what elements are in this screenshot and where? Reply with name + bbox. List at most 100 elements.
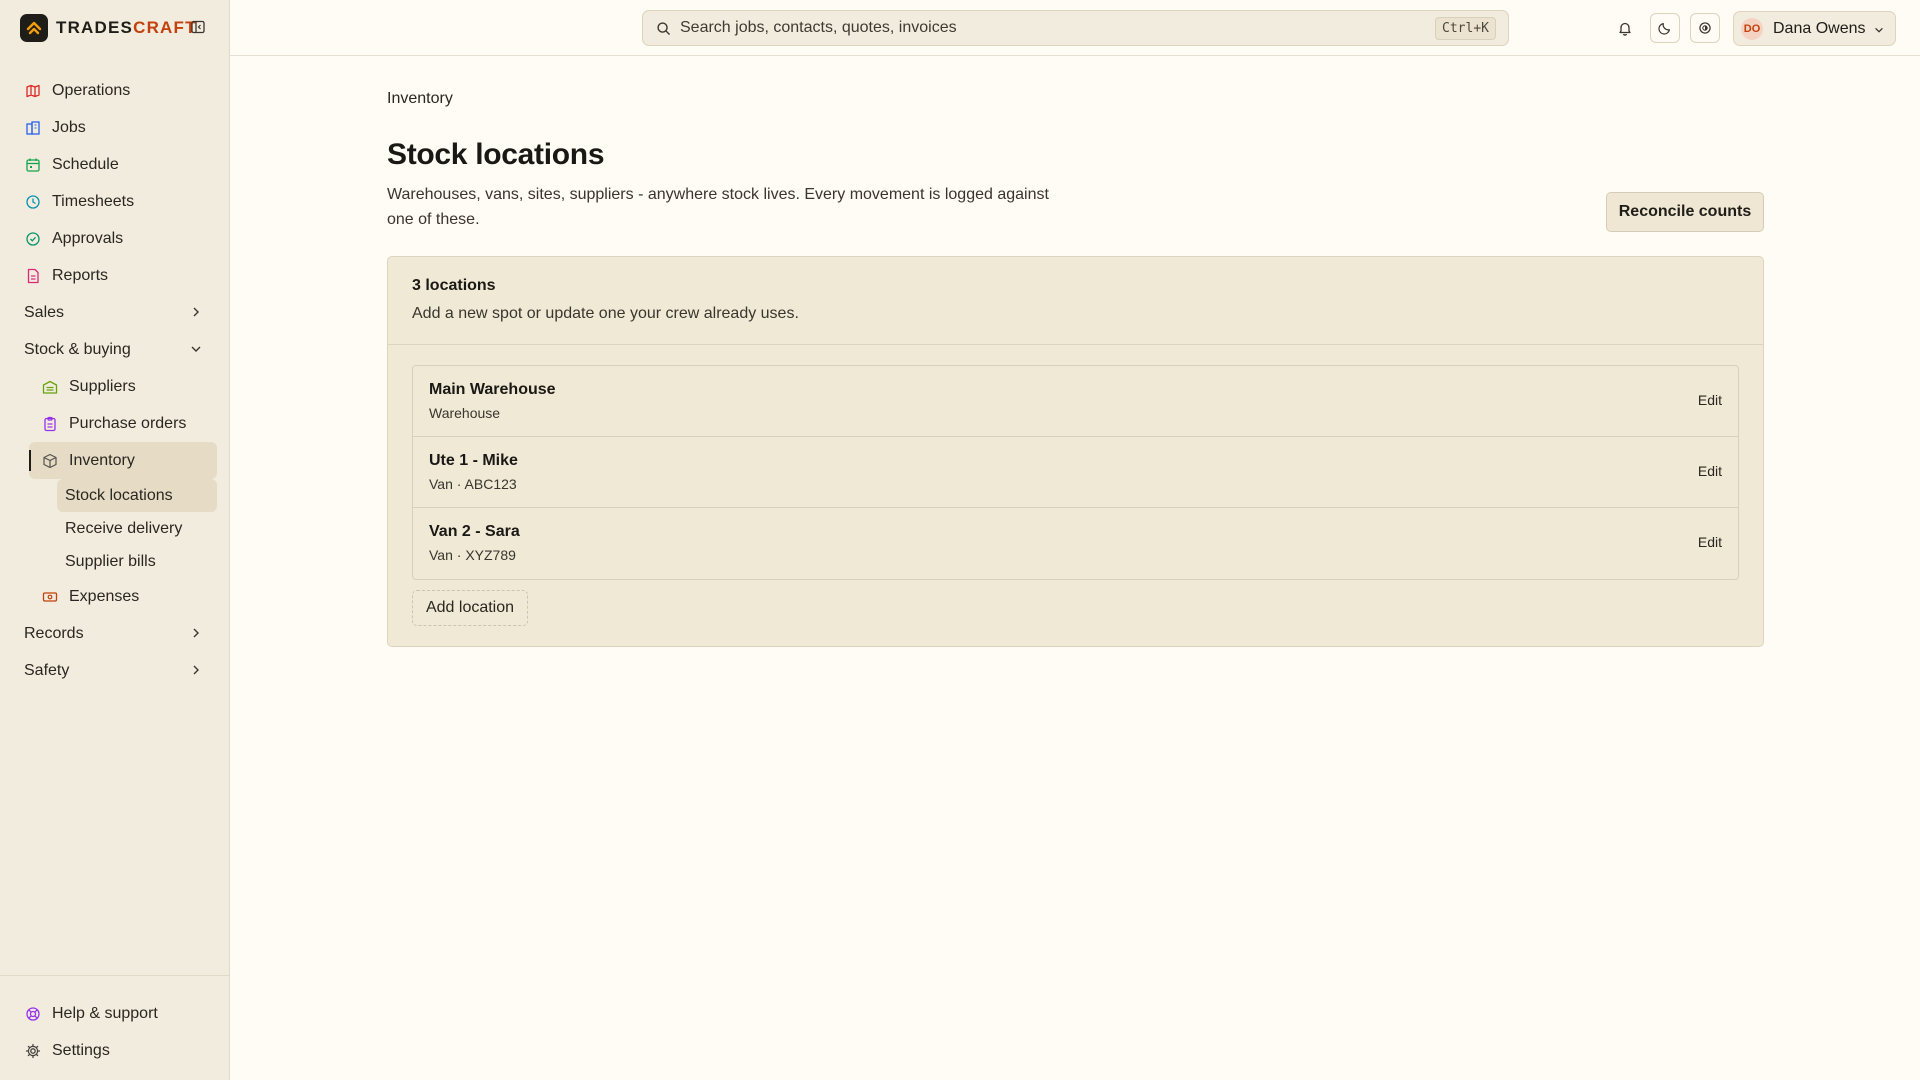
search-input[interactable]: Search jobs, contacts, quotes, invoices … [642, 10, 1509, 46]
sidebar-nav: Operations Jobs Schedule Timesheets Appr… [0, 72, 229, 689]
lifebuoy-icon [24, 1005, 42, 1023]
sidebar-group-label: Records [24, 624, 84, 642]
card-header: 3 locations Add a new spot or update one… [388, 257, 1763, 345]
stock-subnav: Suppliers Purchase orders Inventory Stoc… [0, 368, 229, 615]
avatar: DO [1741, 17, 1763, 40]
sidebar-item-reports[interactable]: Reports [0, 257, 229, 294]
edit-location-button[interactable]: Edit [1698, 534, 1722, 550]
card-subtitle: Add a new spot or update one your crew a… [412, 305, 799, 322]
user-name: Dana Owens [1773, 19, 1866, 37]
sidebar-item-suppliers[interactable]: Suppliers [0, 368, 229, 405]
chevron-right-icon [189, 305, 203, 319]
report-icon [24, 267, 42, 285]
add-location-button[interactable]: Add location [412, 590, 528, 626]
sidebar-item-label: Settings [52, 1041, 110, 1059]
locations-card: 3 locations Add a new spot or update one… [387, 256, 1764, 647]
contrast-button[interactable] [1690, 13, 1720, 43]
sidebar-item-label: Reports [52, 266, 109, 284]
location-meta: Warehouse [429, 405, 501, 421]
sidebar-item-inventory[interactable]: Inventory [29, 442, 217, 479]
location-name: Main Warehouse [429, 381, 556, 398]
sidebar-item-label: Help & support [52, 1004, 158, 1022]
sidebar-item-help[interactable]: Help & support [0, 995, 229, 1032]
chevron-right-icon [189, 663, 203, 677]
bell-icon [1617, 20, 1633, 36]
logo-icon [20, 14, 48, 42]
location-row[interactable]: Main Warehouse Warehouse Edit [413, 366, 1738, 437]
page-title: Stock locations [387, 138, 605, 171]
check-circle-icon [24, 230, 42, 248]
search-placeholder: Search jobs, contacts, quotes, invoices [680, 19, 957, 36]
location-meta: Van · XYZ789 [429, 547, 516, 563]
cash-icon [41, 588, 59, 606]
reconcile-counts-button[interactable]: Reconcile counts [1606, 192, 1764, 232]
sidebar-toggle-icon[interactable] [190, 19, 206, 35]
sidebar-item-label: Timesheets [52, 192, 135, 210]
sidebar-item-operations[interactable]: Operations [0, 72, 229, 109]
clipboard-icon [41, 415, 59, 433]
gear-icon [24, 1042, 42, 1060]
search-icon [656, 21, 671, 36]
warehouse-icon [41, 378, 59, 396]
location-row[interactable]: Ute 1 - Mike Van · ABC123 Edit [413, 437, 1738, 508]
sidebar-item-label: Stock locations [65, 486, 173, 504]
notifications-button[interactable] [1610, 13, 1640, 43]
user-menu[interactable]: DO Dana Owens [1733, 11, 1896, 46]
sidebar-group-label: Stock & buying [24, 340, 131, 358]
sidebar-item-label: Approvals [52, 229, 124, 247]
sidebar-item-label: Purchase orders [69, 414, 187, 432]
location-meta: Van · ABC123 [429, 476, 517, 492]
inventory-subnav: Stock locations Receive delivery Supplie… [0, 479, 229, 578]
sidebar-item-timesheets[interactable]: Timesheets [0, 183, 229, 220]
sidebar-group-stock[interactable]: Stock & buying [0, 331, 229, 368]
topbar: Search jobs, contacts, quotes, invoices … [230, 0, 1920, 56]
page-description: Warehouses, vans, sites, suppliers - any… [387, 186, 1049, 228]
sidebar-item-purchase-orders[interactable]: Purchase orders [0, 405, 229, 442]
sidebar-item-label: Suppliers [69, 377, 136, 395]
sidebar-item-label: Operations [52, 81, 131, 99]
sidebar-item-settings[interactable]: Settings [0, 1032, 229, 1069]
location-name: Ute 1 - Mike [429, 452, 518, 469]
chevron-right-icon [189, 626, 203, 640]
package-icon [41, 452, 59, 470]
card-title: 3 locations [412, 277, 496, 294]
sidebar-item-label: Jobs [52, 118, 86, 136]
moon-icon [1658, 21, 1672, 35]
location-name: Van 2 - Sara [429, 523, 520, 540]
sidebar-item-expenses[interactable]: Expenses [0, 578, 229, 615]
sidebar-item-label: Supplier bills [65, 552, 156, 570]
chevron-down-icon [189, 342, 203, 356]
sidebar-group-label: Sales [24, 303, 65, 321]
map-icon [24, 82, 42, 100]
calendar-icon [24, 156, 42, 174]
edit-location-button[interactable]: Edit [1698, 463, 1722, 479]
clock-icon [24, 193, 42, 211]
brand[interactable]: TRADESCRAFT [20, 14, 197, 42]
sidebar-group-sales[interactable]: Sales [0, 294, 229, 331]
sidebar-item-label: Receive delivery [65, 519, 183, 537]
location-list: Main Warehouse Warehouse Edit Ute 1 - Mi… [412, 365, 1739, 580]
brand-name: TRADESCRAFT [56, 18, 197, 37]
sidebar-item-label: Expenses [69, 587, 140, 605]
building-icon [24, 119, 42, 137]
sidebar-item-receive-delivery[interactable]: Receive delivery [0, 512, 229, 545]
search-shortcut: Ctrl+K [1435, 17, 1496, 40]
contrast-icon [1698, 21, 1712, 35]
sidebar-item-stock-locations[interactable]: Stock locations [57, 479, 217, 512]
sidebar: TRADESCRAFT Operations Jobs Schedule Tim… [0, 0, 230, 1080]
sidebar-group-records[interactable]: Records [0, 615, 229, 652]
sidebar-group-safety[interactable]: Safety [0, 652, 229, 689]
sidebar-item-label: Schedule [52, 155, 119, 173]
theme-toggle-button[interactable] [1650, 13, 1680, 43]
sidebar-item-supplier-bills[interactable]: Supplier bills [0, 545, 229, 578]
sidebar-item-approvals[interactable]: Approvals [0, 220, 229, 257]
sidebar-item-schedule[interactable]: Schedule [0, 146, 229, 183]
sidebar-footer: Help & support Settings [0, 975, 229, 1069]
chevron-down-icon [1873, 24, 1885, 36]
breadcrumb[interactable]: Inventory [387, 90, 453, 108]
sidebar-item-jobs[interactable]: Jobs [0, 109, 229, 146]
edit-location-button[interactable]: Edit [1698, 392, 1722, 408]
sidebar-group-label: Safety [24, 661, 70, 679]
sidebar-item-label: Inventory [69, 451, 135, 469]
location-row[interactable]: Van 2 - Sara Van · XYZ789 Edit [413, 508, 1738, 579]
